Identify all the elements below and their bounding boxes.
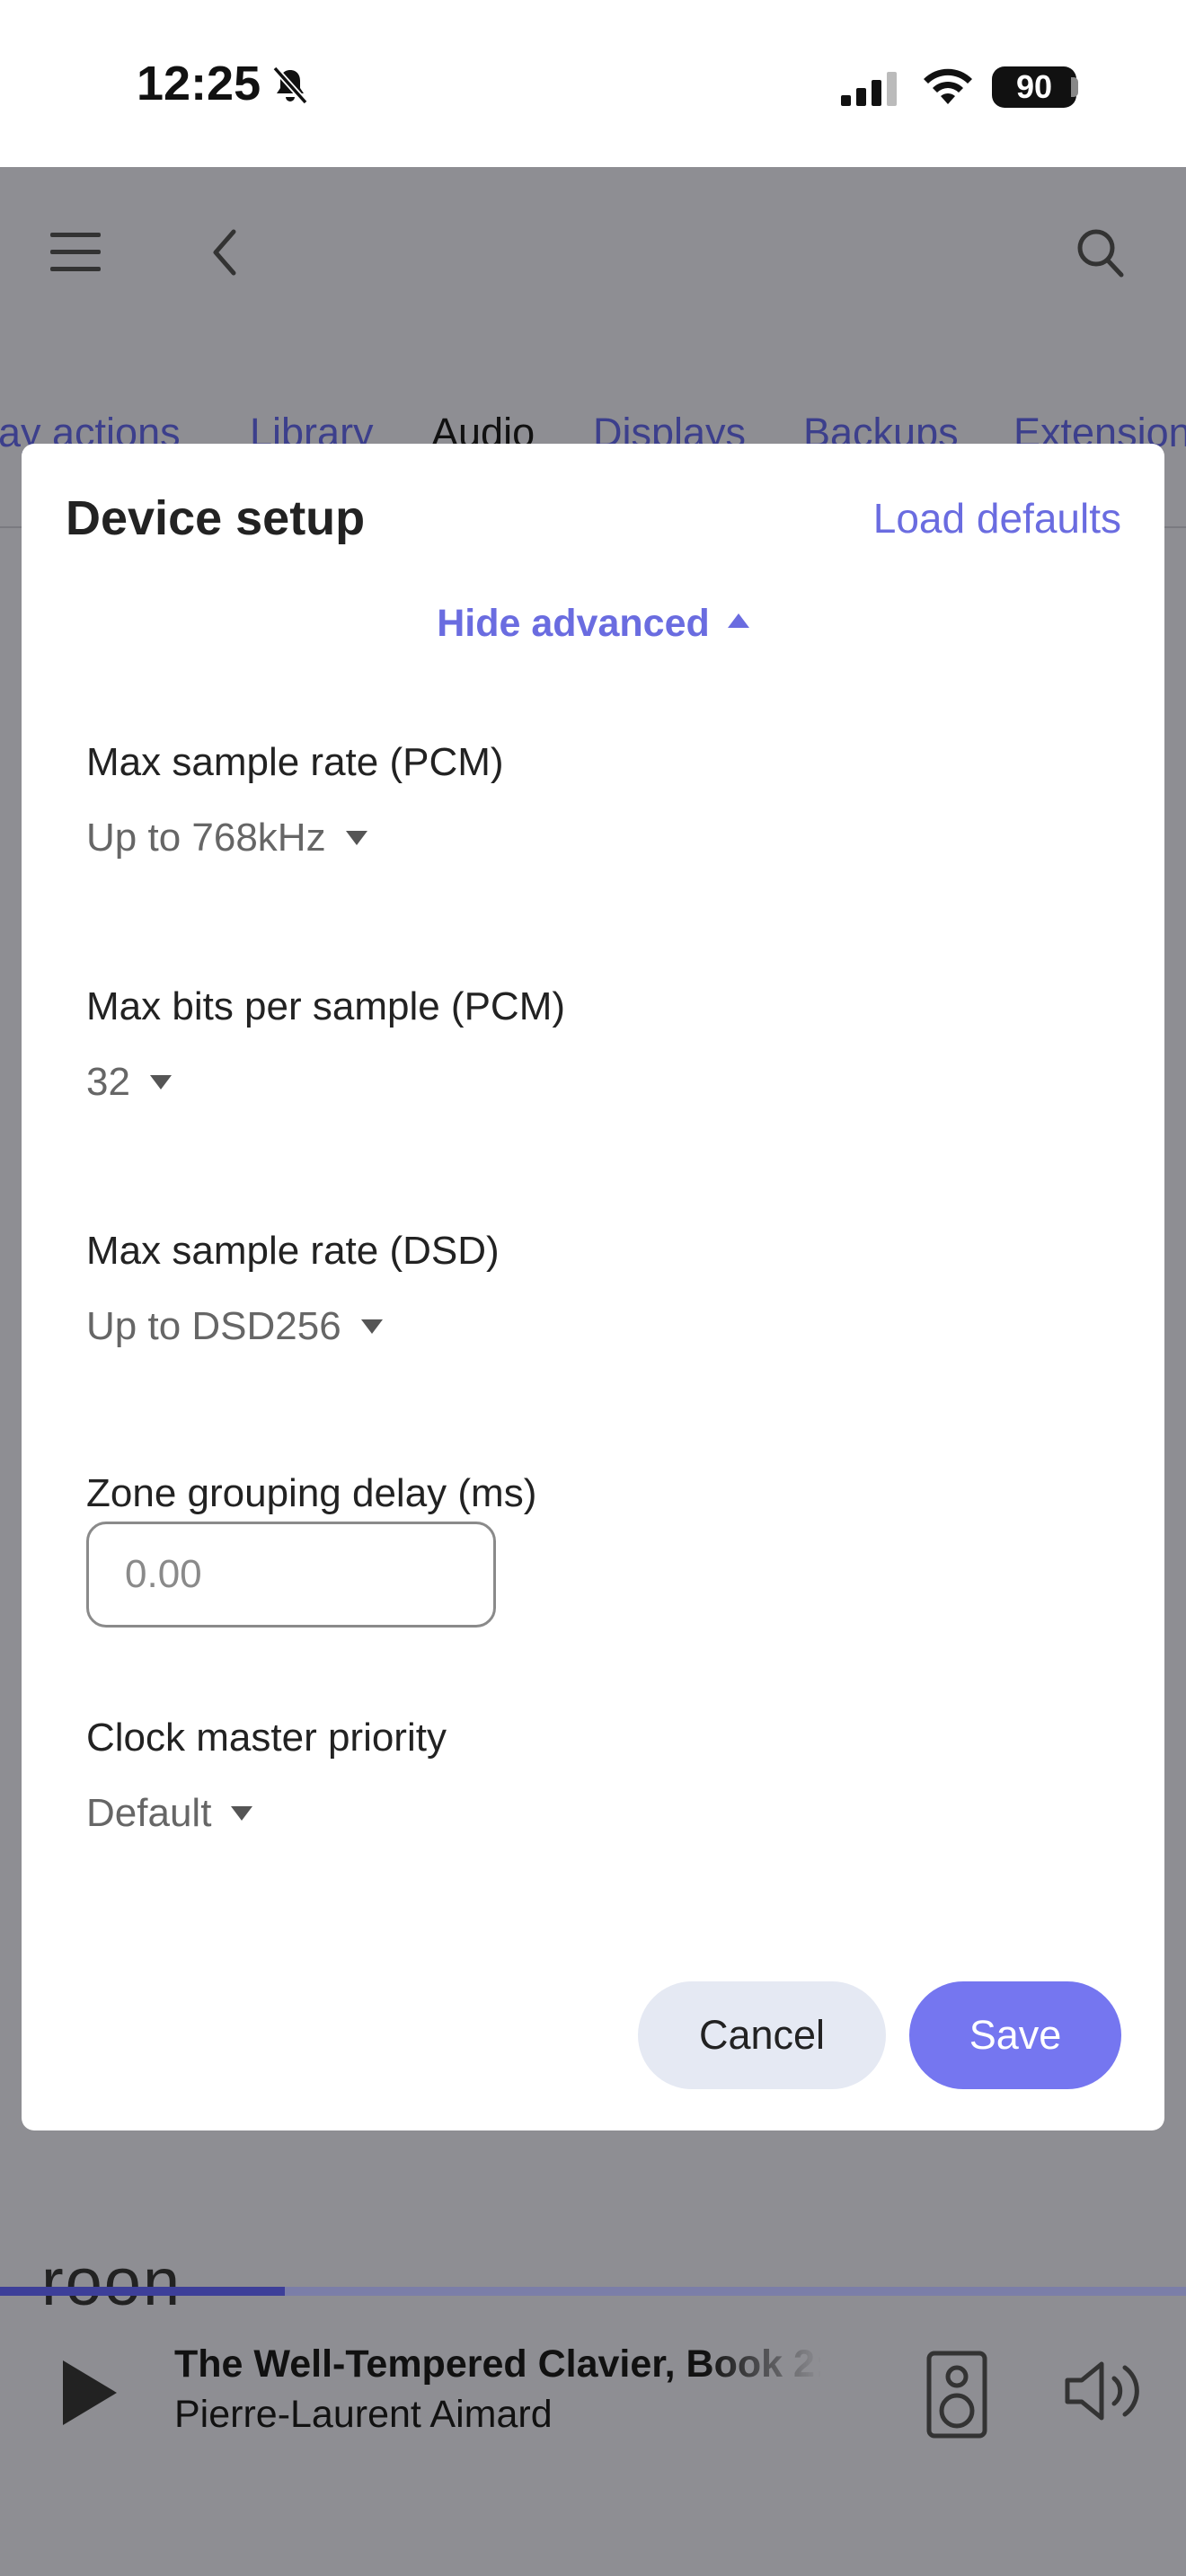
max-bits-pcm-value: 32	[86, 1060, 130, 1104]
menu-icon[interactable]	[50, 230, 101, 275]
speaker-icon[interactable]	[925, 2350, 988, 2439]
now-playing-title[interactable]: The Well-Tempered Clavier, Book 2:	[174, 2342, 821, 2386]
hide-advanced-toggle[interactable]: Hide advanced	[22, 602, 1164, 646]
search-icon[interactable]	[1075, 226, 1125, 278]
max-bits-pcm-dropdown[interactable]: 32	[86, 1060, 172, 1105]
battery-indicator: 90	[992, 66, 1076, 108]
max-sample-rate-pcm-label: Max sample rate (PCM)	[86, 740, 504, 784]
status-time: 12:25	[137, 57, 261, 110]
clock-master-priority-label: Clock master priority	[86, 1716, 447, 1760]
save-button[interactable]: Save	[909, 1981, 1121, 2089]
playback-progress-fill	[0, 2287, 285, 2296]
max-sample-rate-dsd-value: Up to DSD256	[86, 1304, 341, 1348]
volume-icon[interactable]	[1062, 2357, 1146, 2425]
caret-down-icon	[360, 1319, 383, 1335]
cancel-button[interactable]: Cancel	[638, 1981, 886, 2089]
zone-grouping-delay-label: Zone grouping delay (ms)	[86, 1471, 537, 1515]
wifi-icon	[924, 68, 972, 104]
now-playing-artist[interactable]: Pierre-Laurent Aimard	[174, 2393, 553, 2437]
caret-down-icon	[345, 831, 367, 846]
max-sample-rate-pcm-dropdown[interactable]: Up to 768kHz	[86, 816, 367, 860]
zone-grouping-delay-input[interactable]	[86, 1522, 496, 1628]
dialog-title: Device setup	[66, 491, 366, 545]
caret-down-icon	[149, 1075, 172, 1090]
roon-logo: roon	[41, 2245, 182, 2319]
max-sample-rate-dsd-dropdown[interactable]: Up to DSD256	[86, 1304, 383, 1349]
battery-tip	[1071, 77, 1078, 97]
signal-icon	[841, 72, 897, 106]
max-bits-pcm-label: Max bits per sample (PCM)	[86, 984, 566, 1028]
bell-slash-icon	[272, 66, 308, 105]
clock-master-priority-value: Default	[86, 1791, 212, 1835]
status-bar: 12:25 90	[0, 0, 1186, 167]
back-icon[interactable]	[207, 226, 243, 278]
device-setup-dialog: Device setup Load defaults Hide advanced…	[22, 444, 1164, 2130]
max-sample-rate-dsd-label: Max sample rate (DSD)	[86, 1229, 500, 1273]
hide-advanced-label: Hide advanced	[437, 602, 710, 645]
max-sample-rate-pcm-value: Up to 768kHz	[86, 816, 326, 860]
caret-up-icon	[727, 613, 749, 628]
load-defaults-link[interactable]: Load defaults	[873, 494, 1121, 543]
play-icon[interactable]	[59, 2359, 119, 2427]
caret-down-icon	[231, 1806, 253, 1822]
clock-master-priority-dropdown[interactable]: Default	[86, 1791, 253, 1836]
